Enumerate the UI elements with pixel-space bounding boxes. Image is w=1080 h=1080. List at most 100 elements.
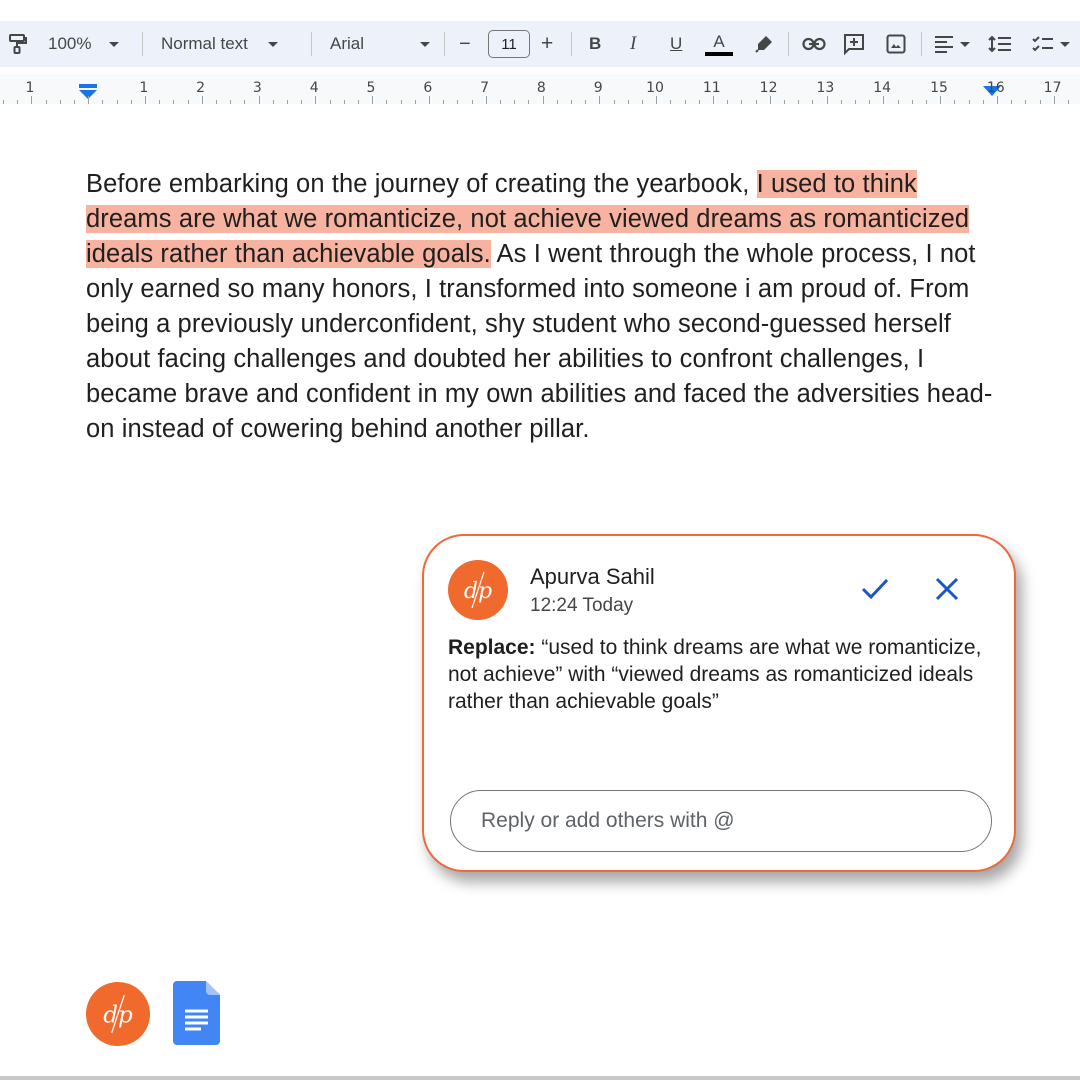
insert-link-button[interactable]: [802, 21, 826, 67]
ruler-label: 11: [702, 80, 721, 96]
ruler-label: 1: [25, 80, 35, 96]
add-comment-icon: [844, 34, 864, 55]
ruler-label: 4: [309, 80, 319, 96]
ruler-label: 7: [480, 80, 490, 96]
add-comment-button[interactable]: [843, 21, 865, 67]
ruler-label: 13: [816, 80, 835, 96]
highlight-button[interactable]: [754, 21, 774, 67]
text-color-swatch: [705, 51, 733, 56]
style-select[interactable]: Normal text: [161, 21, 278, 67]
ruler-tick: [670, 100, 672, 104]
ruler-tick: [31, 96, 33, 104]
ruler-tick: [940, 96, 942, 104]
ruler-tick: [528, 100, 530, 104]
ruler-tick: [372, 96, 374, 104]
ruler-tick: [684, 100, 686, 104]
accept-suggestion-button[interactable]: [858, 572, 892, 606]
text-color-icon: A: [713, 31, 725, 51]
line-spacing-icon: [988, 35, 1011, 53]
ruler-tick: [542, 96, 544, 104]
ruler-tick: [3, 100, 4, 104]
insert-image-button[interactable]: [886, 21, 906, 67]
ruler-label: 8: [536, 80, 546, 96]
suggestion-comment-card[interactable]: dp Apurva Sahil 12:24 Today Replace: “us…: [422, 534, 1016, 872]
ruler-tick: [982, 100, 984, 104]
ruler-label: 16: [986, 80, 1005, 96]
ruler-tick: [755, 100, 757, 104]
increase-font-size-button[interactable]: +: [541, 21, 553, 67]
chevron-down-icon: [267, 41, 278, 47]
italic-icon: I: [630, 33, 637, 54]
ruler-tick: [358, 100, 359, 104]
ruler-tick: [656, 96, 658, 104]
ruler-tick: [1025, 100, 1027, 104]
ruler-label: 6: [423, 80, 433, 96]
ruler-tick: [1068, 100, 1069, 104]
italic-button[interactable]: I: [630, 21, 636, 67]
ruler-tick: [627, 100, 629, 104]
ruler-label: 3: [252, 80, 262, 96]
ruler[interactable]: 1 1 2 3 4 5 6 7 8 9 10 11 12 13 14 15 16 17: [0, 74, 1080, 104]
ruler-label: 14: [873, 80, 892, 96]
ruler-tick: [713, 96, 714, 104]
ruler-tick: [500, 100, 501, 104]
ruler-label: 10: [646, 80, 664, 96]
ruler-tick: [642, 100, 643, 104]
ruler-tick: [414, 100, 416, 104]
comment-body: Replace: “used to think dreams are what …: [448, 634, 988, 715]
ruler-tick: [159, 100, 161, 104]
font-select[interactable]: Arial: [330, 21, 430, 67]
ruler-tick: [471, 100, 473, 104]
decrease-font-size-button[interactable]: −: [459, 21, 471, 67]
ruler-tick: [1011, 100, 1013, 104]
zoom-value: 100%: [48, 34, 92, 53]
document-body[interactable]: Before embarking on the journey of creat…: [86, 167, 1006, 447]
checklist-icon: [1032, 36, 1053, 52]
replace-label: Replace:: [448, 636, 536, 659]
ruler-tick: [443, 100, 445, 104]
link-icon: [802, 37, 826, 51]
ruler-tick: [400, 100, 402, 104]
checklist-button[interactable]: [1032, 21, 1070, 67]
ruler-tick: [88, 96, 90, 104]
ruler-label: 5: [366, 80, 376, 96]
ruler-label: 12: [759, 80, 778, 96]
reject-suggestion-button[interactable]: [930, 572, 964, 606]
zoom-select[interactable]: 100%: [48, 21, 120, 67]
ruler-tick: [173, 100, 175, 104]
bold-icon: B: [589, 34, 602, 53]
avatar: dp: [448, 560, 508, 620]
reply-input[interactable]: [450, 790, 992, 852]
check-icon: [861, 578, 889, 600]
comment-author: Apurva Sahil: [530, 564, 655, 589]
line-spacing-button[interactable]: [988, 21, 1012, 67]
underline-button[interactable]: U: [670, 21, 682, 67]
toolbar-divider: [311, 32, 312, 56]
ruler-tick: [315, 96, 317, 104]
ruler-tick: [798, 100, 800, 104]
ruler-tick: [784, 100, 785, 104]
ruler-tick: [145, 96, 146, 104]
ruler-tick: [201, 96, 203, 104]
align-button[interactable]: [934, 21, 970, 67]
ruler-tick: [230, 100, 232, 104]
plus-icon: +: [541, 32, 554, 55]
ruler-tick: [386, 100, 388, 104]
ruler-tick: [329, 100, 331, 104]
ruler-tick: [698, 100, 700, 104]
paint-format-button[interactable]: [8, 21, 28, 67]
chevron-down-icon: [960, 41, 970, 47]
ruler-tick: [911, 100, 913, 104]
ruler-tick: [116, 100, 118, 104]
ruler-tick: [514, 100, 516, 104]
ruler-tick: [301, 100, 303, 104]
toolbar-divider: [444, 32, 445, 56]
ruler-tick: [258, 96, 260, 104]
ruler-tick: [840, 100, 842, 104]
ruler-tick: [287, 100, 288, 104]
dp-logo-icon: dp: [103, 994, 133, 1034]
font-size-input[interactable]: 11: [488, 30, 530, 58]
bold-button[interactable]: B: [589, 21, 601, 67]
text-color-button[interactable]: A: [705, 21, 733, 67]
comment-timestamp: 12:24 Today: [530, 595, 634, 616]
